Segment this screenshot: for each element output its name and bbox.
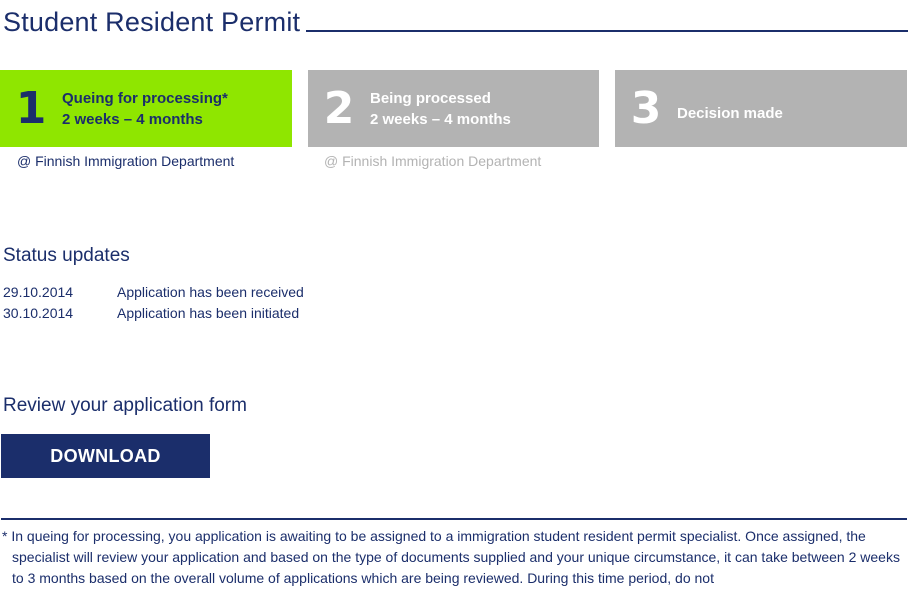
step-queing-for-processing: 1 Queing for processing* 2 weeks – 4 mon… bbox=[0, 70, 292, 147]
department-label: @ Finnish Immigration Department bbox=[324, 153, 542, 169]
page-header: Student Resident Permit bbox=[3, 2, 908, 38]
status-text: Application has been initiated bbox=[117, 305, 300, 321]
step-number: 3 bbox=[630, 82, 662, 134]
footnote-text: * In queing for processing, you applicat… bbox=[2, 528, 900, 586]
status-date: 30.10.2014 bbox=[3, 305, 74, 321]
title-underline bbox=[306, 30, 908, 32]
step-number: 1 bbox=[15, 82, 47, 134]
step-label: Queing for processing* bbox=[62, 89, 228, 107]
step-number: 2 bbox=[323, 82, 355, 134]
step-duration: 2 weeks – 4 months bbox=[370, 110, 511, 128]
footnote-divider bbox=[1, 518, 907, 520]
status-update-row: 30.10.2014 Application has been initiate… bbox=[3, 303, 304, 324]
step-being-processed: 2 Being processed 2 weeks – 4 months bbox=[308, 70, 599, 147]
status-date: 29.10.2014 bbox=[3, 284, 74, 300]
step-duration: 2 weeks – 4 months bbox=[62, 110, 203, 128]
status-updates-list: 29.10.2014 Application has been received… bbox=[3, 282, 304, 324]
step-label: Decision made bbox=[677, 105, 783, 122]
status-update-row: 29.10.2014 Application has been received bbox=[3, 282, 304, 303]
step-decision-made: 3 Decision made bbox=[615, 70, 907, 147]
page-title: Student Resident Permit bbox=[3, 7, 301, 37]
status-updates-heading: Status updates bbox=[3, 245, 130, 266]
status-text: Application has been received bbox=[117, 284, 304, 300]
step-label: Being processed bbox=[370, 89, 491, 107]
download-button[interactable]: DOWNLOAD bbox=[1, 434, 210, 478]
review-application-heading: Review your application form bbox=[3, 395, 247, 416]
department-label: @ Finnish Immigration Department bbox=[17, 153, 235, 169]
